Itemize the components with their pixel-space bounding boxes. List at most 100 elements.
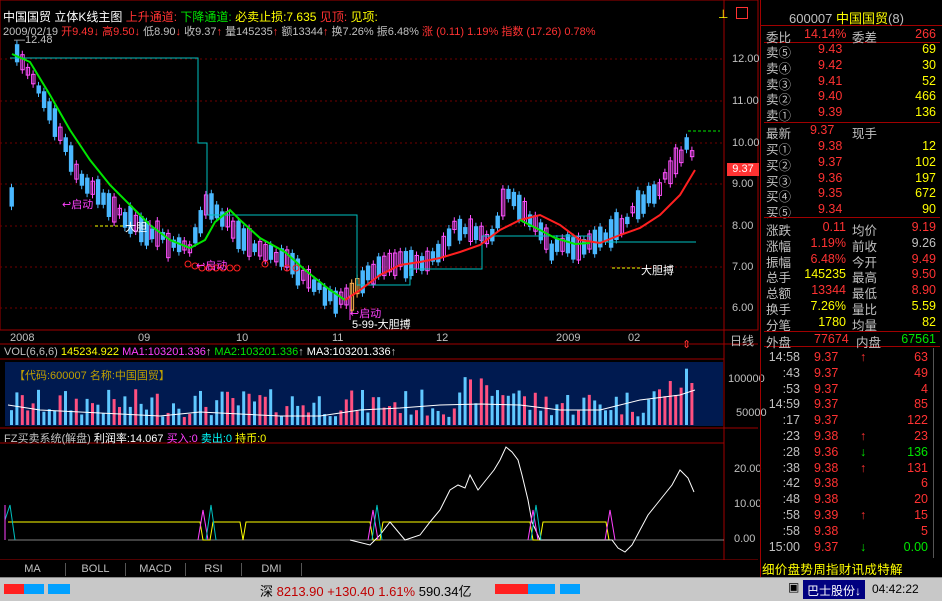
quote-name: 中国国贸 bbox=[836, 11, 889, 26]
candle bbox=[68, 145, 74, 172]
right-tabs[interactable]: 细价盘势周指财讯成特解 bbox=[762, 559, 942, 575]
candle bbox=[85, 177, 90, 194]
ohlc-high: 高9.50 bbox=[102, 26, 135, 38]
buy-row[interactable]: 买① 9.38 12 bbox=[764, 139, 940, 157]
resize-icon[interactable]: ⇕ bbox=[682, 338, 691, 351]
buy-row[interactable]: 买④ 9.35 672 bbox=[764, 186, 940, 204]
volume-bar bbox=[139, 403, 143, 425]
buy-row[interactable]: 买③ 9.36 197 bbox=[764, 171, 940, 189]
volume-bar bbox=[647, 399, 651, 425]
tick-time: :23 bbox=[782, 429, 800, 443]
volume-bar bbox=[220, 391, 224, 425]
window-icon[interactable] bbox=[736, 7, 748, 19]
volume-bar bbox=[517, 390, 521, 425]
stat-value: 5.59 bbox=[911, 299, 936, 313]
candle bbox=[9, 187, 14, 207]
ohlc-index-pct: 0.78% bbox=[564, 26, 596, 38]
tab-rsi[interactable]: RSI bbox=[186, 563, 242, 576]
stat-row: 涨跌 0.11 均价 9.19 bbox=[764, 220, 940, 238]
outer-value: 77674 bbox=[814, 332, 849, 346]
volume-bar bbox=[523, 396, 526, 425]
volume-bar bbox=[442, 414, 445, 425]
stat-row: 分笔 1780 均量 82 bbox=[764, 314, 940, 333]
candle bbox=[554, 238, 560, 252]
fz-buy: 买入:0 bbox=[166, 433, 198, 445]
kline-chart[interactable] bbox=[0, 0, 760, 560]
tick-row: :38 9.38 ↑ 131 bbox=[764, 461, 932, 477]
tick-scrollbar[interactable] bbox=[933, 348, 941, 558]
fz-title: FZ买卖系统(解盘) bbox=[4, 433, 91, 445]
volume-bar bbox=[609, 410, 613, 425]
sell-row[interactable]: 卖⑤ 9.43 69 bbox=[764, 42, 940, 60]
tick-volume: 0.00 bbox=[903, 539, 928, 554]
volume-bar bbox=[436, 410, 440, 425]
volume-bar bbox=[236, 405, 240, 425]
volume-bar bbox=[69, 410, 73, 425]
candle bbox=[252, 243, 257, 253]
candle bbox=[14, 44, 20, 63]
volume-bar bbox=[469, 379, 472, 425]
pin-icon[interactable]: ⊥ bbox=[718, 7, 732, 21]
buy-row[interactable]: 买② 9.37 102 bbox=[764, 155, 940, 173]
bold-annotation-3: 大胆搏 bbox=[641, 265, 674, 277]
sell-row[interactable]: 卖④ 9.42 30 bbox=[764, 58, 940, 76]
volume-bar bbox=[209, 415, 213, 425]
latest-price: 9.37 bbox=[810, 123, 835, 137]
volume-bar bbox=[415, 410, 418, 425]
candle bbox=[47, 101, 52, 121]
volume-bar bbox=[452, 408, 456, 425]
volume-bar bbox=[658, 389, 661, 425]
ohlc-open: 开9.49 bbox=[61, 26, 94, 38]
candle bbox=[95, 179, 101, 205]
volume-bar bbox=[685, 368, 688, 425]
tick-arrow: ↓ bbox=[860, 539, 867, 554]
ohlc-volume: 量145235 bbox=[225, 26, 273, 38]
buy-price: 9.34 bbox=[818, 202, 843, 217]
tab-macd[interactable]: MACD bbox=[126, 563, 186, 576]
volume-bar bbox=[226, 391, 229, 425]
volume-bar bbox=[506, 395, 510, 425]
volume-bar bbox=[31, 403, 35, 425]
start-annotation-2: ↩启动 bbox=[196, 260, 228, 272]
buy-level-label: 买⑤ bbox=[766, 206, 792, 221]
stat-value: 8.90 bbox=[911, 283, 936, 298]
ohlc-amplitude: 振6.48% bbox=[376, 26, 419, 38]
volume-bar bbox=[663, 396, 667, 425]
inner-label: 内盘 bbox=[856, 336, 882, 350]
stat-value: 9.50 bbox=[911, 267, 936, 282]
quote-suffix: (8) bbox=[888, 11, 904, 26]
tick-price: 9.37 bbox=[814, 397, 839, 412]
status-ticker[interactable]: 巴士股份↓ bbox=[803, 580, 866, 599]
volume-bar bbox=[409, 414, 413, 425]
tick-price: 9.39 bbox=[814, 508, 839, 522]
volume-bar bbox=[501, 395, 505, 425]
volume-bar bbox=[474, 403, 478, 425]
current-price-marker: 9.37 bbox=[727, 163, 759, 176]
sell-row[interactable]: 卖③ 9.41 52 bbox=[764, 74, 940, 92]
volume-bar bbox=[598, 404, 602, 425]
candle bbox=[236, 220, 241, 250]
see-top2: 见项: bbox=[350, 10, 378, 24]
start-annotation: ↩启动 bbox=[62, 199, 94, 211]
tick-volume: 136 bbox=[907, 444, 928, 459]
volume-bar bbox=[463, 377, 467, 425]
period-label[interactable]: 日线 bbox=[730, 332, 754, 349]
volume-bar bbox=[20, 395, 24, 425]
tab-boll[interactable]: BOLL bbox=[66, 563, 126, 576]
sell-row[interactable]: 卖② 9.40 466 bbox=[764, 89, 940, 107]
tab-ma[interactable]: MA bbox=[0, 563, 66, 576]
tick-arrow: ↑ bbox=[860, 350, 867, 364]
stop-loss: 必卖止损:7.635 bbox=[235, 10, 317, 24]
tab-dmi[interactable]: DMI bbox=[242, 563, 302, 576]
stat-value: 9.49 bbox=[911, 251, 936, 266]
volume-bar bbox=[485, 385, 489, 425]
inner-value: 67561 bbox=[901, 332, 936, 346]
stat-value: 82 bbox=[922, 314, 936, 329]
volume-bar bbox=[269, 389, 273, 425]
sell-row[interactable]: 卖① 9.39 136 bbox=[764, 105, 940, 123]
max-label: —12.48 bbox=[14, 34, 53, 46]
candle bbox=[506, 188, 511, 200]
volume-bar bbox=[123, 396, 127, 425]
buy-row[interactable]: 买⑤ 9.34 90 bbox=[764, 202, 940, 221]
volume-bar bbox=[334, 416, 337, 425]
